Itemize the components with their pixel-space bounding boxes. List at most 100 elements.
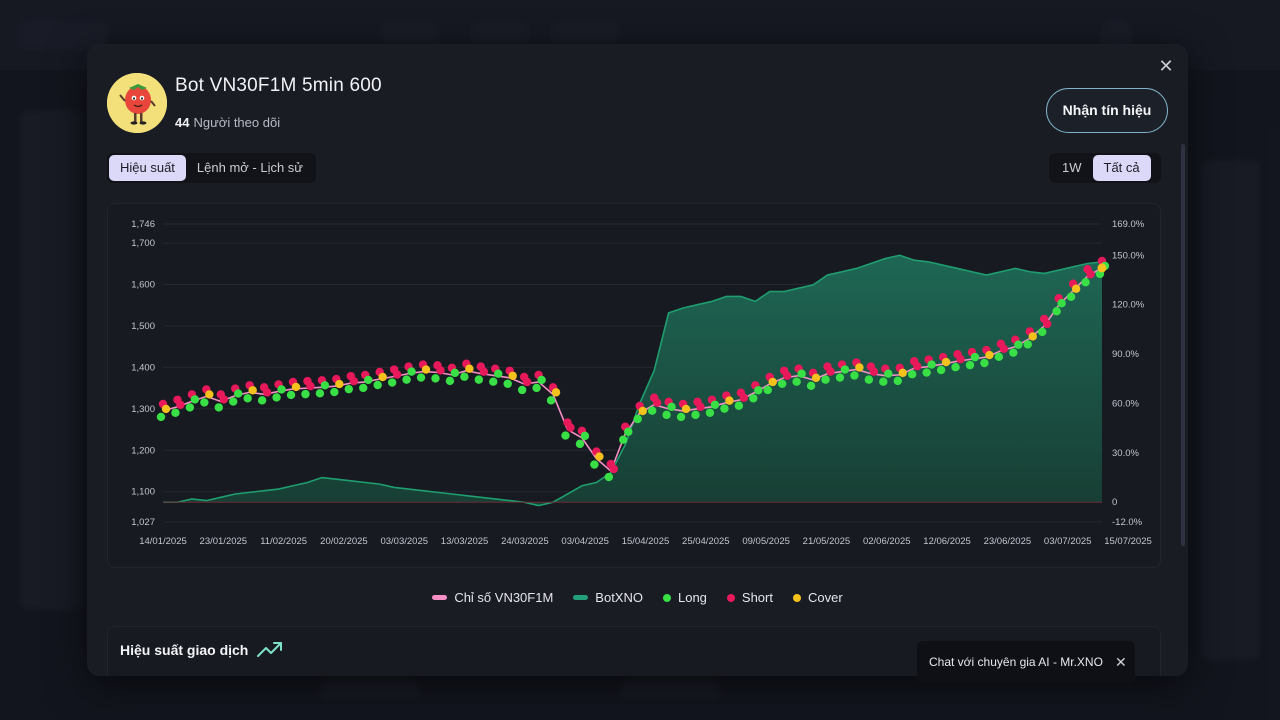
legend-item-index[interactable]: Chỉ số VN30F1M <box>432 590 553 605</box>
y-right-tick-label: 30.0% <box>1112 448 1139 459</box>
cover-marker <box>1071 284 1081 293</box>
y-left-tick-label: 1,100 <box>131 487 155 498</box>
cover-marker <box>595 452 604 461</box>
long-marker <box>580 431 590 441</box>
legend-item-long[interactable]: Long <box>662 590 707 605</box>
long-marker <box>590 460 599 469</box>
x-tick-label: 15/07/2025 <box>1104 536 1152 547</box>
y-right-tick-label: 0 <box>1112 497 1117 508</box>
short-marker <box>956 354 965 364</box>
long-marker <box>272 393 281 402</box>
short-marker <box>479 367 489 376</box>
followers-number: 44 <box>175 115 190 130</box>
long-marker <box>387 378 397 387</box>
ai-chat-widget[interactable]: Chat với chuyên gia AI - Mr.XNO ✕ <box>917 641 1135 683</box>
close-icon[interactable]: ✕ <box>1115 654 1127 671</box>
y-right-tick-label: 120.0% <box>1112 300 1145 311</box>
bot-avatar <box>107 73 167 133</box>
y-right-tick-label: 60.0% <box>1112 398 1139 409</box>
followers-label: Người theo dõi <box>193 115 281 130</box>
x-tick-label: 21/05/2025 <box>803 536 851 547</box>
tab-all[interactable]: Tất cả <box>1092 155 1151 181</box>
performance-chart: 1,027 1,100 1,200 1,300 1,400 1,500 1,600 1,700… <box>107 203 1161 568</box>
legend-label-long: Long <box>677 590 707 605</box>
view-tabs: Hiệu suất Lệnh mở - Lịch sử <box>107 153 316 183</box>
y-left-tick-label: 1,400 <box>131 362 155 373</box>
long-marker <box>922 368 931 377</box>
long-marker <box>806 381 816 391</box>
long-marker <box>489 377 498 386</box>
long-marker <box>575 439 585 449</box>
strawberry-mascot-icon <box>107 73 167 133</box>
long-marker <box>474 375 484 384</box>
long-marker <box>494 369 503 378</box>
long-marker <box>662 410 671 420</box>
long-marker <box>364 375 373 385</box>
long-marker <box>1009 348 1018 357</box>
cover-marker <box>855 363 864 372</box>
long-marker <box>359 383 368 393</box>
trending-up-icon <box>257 642 282 657</box>
x-tick-label: 03/07/2025 <box>1044 536 1092 547</box>
legend-label-cover: Cover <box>807 590 843 605</box>
cover-marker <box>421 365 431 374</box>
short-marker <box>869 367 879 376</box>
x-tick-label: 14/01/2025 <box>139 536 187 547</box>
long-marker <box>532 383 541 393</box>
x-tick-label: 15/04/2025 <box>622 536 670 547</box>
x-tick-label: 24/03/2025 <box>501 536 549 547</box>
receive-signal-button[interactable]: Nhận tín hiệu <box>1046 88 1168 133</box>
tab-1w[interactable]: 1W <box>1051 155 1093 181</box>
tab-orders-history[interactable]: Lệnh mở - Lịch sử <box>186 155 314 181</box>
legend-item-bot[interactable]: BotXNO <box>573 590 643 605</box>
bot-name: Bot VN30F1M 5min 600 <box>175 75 382 96</box>
long-marker <box>691 410 700 420</box>
long-marker <box>994 352 1004 362</box>
long-marker <box>980 358 989 368</box>
y-left-tick-label: 1,500 <box>131 321 155 332</box>
modal-scrollbar[interactable] <box>1181 144 1185 546</box>
time-range-tabs: 1W Tất cả <box>1049 153 1161 183</box>
cover-marker <box>941 357 951 367</box>
short-marker <box>609 464 619 474</box>
cover-marker <box>638 406 647 416</box>
short-marker <box>999 344 1009 354</box>
x-tick-label: 09/05/2025 <box>742 536 790 547</box>
long-marker <box>373 380 382 390</box>
long-marker <box>850 371 859 380</box>
cover-marker <box>1097 263 1107 273</box>
cover-marker <box>985 350 994 360</box>
long-marker <box>320 381 330 390</box>
long-marker <box>970 352 980 362</box>
x-tick-label: 23/06/2025 <box>984 536 1032 547</box>
legend-swatch-bot <box>573 595 589 600</box>
long-marker <box>1081 278 1090 287</box>
cover-marker <box>508 371 517 380</box>
long-marker <box>720 404 729 413</box>
long-marker <box>797 369 806 378</box>
ai-chat-label: Chat với chuyên gia AI - Mr.XNO <box>929 655 1103 669</box>
long-marker <box>156 412 166 422</box>
close-icon[interactable]: ✕ <box>1155 55 1177 77</box>
x-tick-label: 02/06/2025 <box>863 536 911 547</box>
short-marker <box>826 367 835 376</box>
legend-item-short[interactable]: Short <box>726 590 773 605</box>
legend-label-bot: BotXNO <box>595 590 643 605</box>
long-marker <box>936 365 946 375</box>
cover-marker <box>898 368 907 378</box>
tab-performance[interactable]: Hiệu suất <box>109 155 186 181</box>
long-marker <box>763 385 772 395</box>
legend-item-cover[interactable]: Cover <box>792 590 843 605</box>
long-marker <box>667 402 676 412</box>
long-marker <box>257 396 267 405</box>
short-marker <box>219 395 228 404</box>
long-marker <box>450 368 460 378</box>
long-marker <box>647 406 657 415</box>
y-left-tick-label: 1,027 <box>131 517 155 528</box>
long-marker <box>301 389 310 399</box>
long-marker <box>840 365 850 374</box>
long-marker <box>330 387 339 397</box>
long-marker <box>243 394 252 403</box>
y-right-tick-label: -12.0% <box>1112 517 1143 528</box>
short-marker <box>392 370 402 379</box>
